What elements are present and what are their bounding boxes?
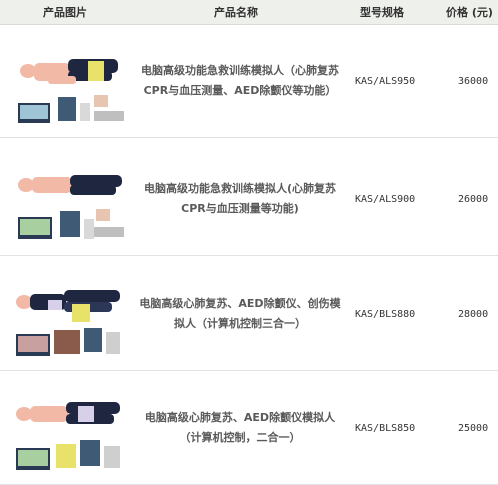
product-name[interactable]: 电脑高级功能急救训练模拟人(心肺复苏CPR与血压测量等功能) <box>138 143 342 255</box>
table-row: 电脑高级心肺复苏、AED除颤仪模拟人（计算机控制，二合一） KAS/BLS850… <box>0 372 498 485</box>
product-price: 28000 <box>458 308 489 320</box>
product-name[interactable]: 电脑高级心肺复苏、AED除颤仪模拟人（计算机控制，二合一） <box>138 372 342 484</box>
manikin-icon <box>16 402 120 470</box>
manikin-icon <box>16 290 120 356</box>
product-model: KAS/ALS900 <box>355 193 416 205</box>
product-image[interactable] <box>8 149 130 251</box>
product-model: KAS/BLS880 <box>355 308 416 320</box>
product-model: KAS/BLS850 <box>355 422 416 434</box>
product-name[interactable]: 电脑高级心肺复苏、AED除颤仪、创伤模拟人（计算机控制三合一） <box>138 258 342 370</box>
table-row: 电脑高级功能急救训练模拟人（心肺复苏CPR与血压测量、AED除颤仪等功能） KA… <box>0 25 498 138</box>
product-image[interactable] <box>8 378 130 480</box>
product-table: 产品图片 产品名称 型号规格 价格 (元) 电脑高级功能急救训练模拟人（心肺复苏… <box>0 0 498 485</box>
product-image[interactable] <box>8 264 130 366</box>
table-row: 电脑高级心肺复苏、AED除颤仪、创伤模拟人（计算机控制三合一） KAS/BLS8… <box>0 258 498 371</box>
product-name[interactable]: 电脑高级功能急救训练模拟人（心肺复苏CPR与血压测量、AED除颤仪等功能） <box>138 25 342 137</box>
product-image[interactable] <box>8 31 130 133</box>
product-model: KAS/ALS950 <box>355 75 416 87</box>
product-price: 25000 <box>458 422 489 434</box>
product-price: 36000 <box>458 75 489 87</box>
header-price: 价格 (元) <box>446 6 493 19</box>
header-name: 产品名称 <box>214 6 258 19</box>
product-price: 26000 <box>458 193 489 205</box>
table-row: 电脑高级功能急救训练模拟人(心肺复苏CPR与血压测量等功能) KAS/ALS90… <box>0 143 498 256</box>
table-header: 产品图片 产品名称 型号规格 价格 (元) <box>0 0 498 25</box>
manikin-icon <box>18 59 124 123</box>
header-image: 产品图片 <box>43 6 87 19</box>
manikin-icon <box>18 175 124 239</box>
header-model: 型号规格 <box>360 6 404 19</box>
